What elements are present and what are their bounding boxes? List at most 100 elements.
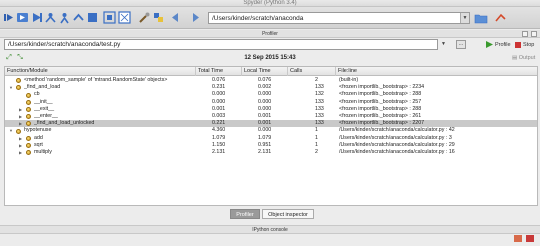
- profiler-pane-header: Profiler: [0, 30, 540, 38]
- maximize-pane-icon[interactable]: [118, 11, 131, 24]
- collapse-arrow-icon[interactable]: ▼: [9, 127, 13, 134]
- console-close-icon[interactable]: [526, 235, 534, 242]
- function-icon: [26, 135, 31, 141]
- tab-profiler[interactable]: Profiler: [230, 209, 260, 219]
- table-row[interactable]: ▶ _find_and_load_unlocked 0.221 0.001 133 <fr…: [5, 120, 537, 128]
- browse-folder-icon[interactable]: [474, 12, 488, 24]
- close-pane-icon[interactable]: [531, 31, 537, 37]
- console-pane-title: IPython console: [252, 227, 288, 233]
- row-local-time: 0.951: [258, 141, 272, 148]
- browse-file-button[interactable]: ...: [456, 40, 466, 49]
- profiler-pane-title: Profiler: [262, 31, 278, 37]
- expand-arrow-icon[interactable]: ▶: [19, 106, 22, 113]
- row-file-line: <frozen importlib._bootstrap> : 2234: [339, 84, 425, 91]
- table-row[interactable]: ▼ _find_and_load 0.231 0.002 133 <frozen impo…: [5, 84, 537, 91]
- profiler-run-row: /Users/kinder/scratch/anaconda/test.py ▼…: [0, 38, 540, 51]
- function-icon: [16, 128, 21, 134]
- row-local-time: 0.000: [258, 127, 272, 134]
- table-row[interactable]: ▼ hypotenuse 4.360 0.000 1/Users/kinder/scra…: [5, 127, 537, 134]
- tab-object-inspector[interactable]: Object inspector: [262, 209, 314, 219]
- undock-icon[interactable]: [522, 31, 528, 37]
- expand-arrow-icon[interactable]: ▶: [19, 149, 22, 156]
- tools-icon[interactable]: [138, 11, 151, 24]
- row-local-time: 0.076: [258, 77, 272, 83]
- back-arrow-icon[interactable]: [170, 11, 183, 24]
- row-file-line: /Users/kinder/scratch/anaconda/calculato…: [339, 149, 455, 155]
- working-directory-dropdown[interactable]: ▼: [460, 13, 469, 23]
- console-pane-header: IPython console: [0, 225, 540, 234]
- run-cell-icon[interactable]: [16, 11, 29, 24]
- forward-arrow-icon[interactable]: [188, 11, 201, 24]
- row-local-time: 1.079: [258, 134, 272, 141]
- column-header-total-time[interactable]: Total Time: [196, 67, 242, 76]
- step-icon[interactable]: [2, 11, 15, 24]
- row-local-time: 0.000: [258, 98, 272, 105]
- console-options-icon[interactable]: [514, 235, 522, 242]
- stop-icon[interactable]: [103, 11, 116, 24]
- row-file-line: /Users/kinder/scratch/anaconda/calculato…: [339, 134, 452, 141]
- row-calls: 1: [315, 127, 318, 134]
- table-row[interactable]: __init__ 0.000 0.000 133 <frozen importlib._…: [5, 99, 537, 106]
- function-icon: [26, 106, 31, 112]
- step-return-icon[interactable]: [72, 11, 85, 24]
- table-row[interactable]: <method 'random_sample' of 'mtrand.Rando…: [5, 77, 537, 84]
- row-file-line: <frozen importlib._bootstrap> : 2207: [339, 120, 425, 127]
- profile-file-dropdown[interactable]: ▼: [440, 40, 447, 49]
- expand-arrow-icon[interactable]: ▶: [19, 142, 22, 149]
- row-calls: 133: [315, 105, 324, 112]
- row-calls: 133: [315, 98, 324, 105]
- column-header-local-time[interactable]: Local Time: [242, 67, 288, 76]
- table-row[interactable]: ▶ multiply 2.131 2.131 2/Users/kinder/scratc…: [5, 149, 537, 156]
- profile-file-input[interactable]: /Users/kinder/scratch/anaconda/test.py: [4, 39, 438, 50]
- row-function-name: __enter__: [34, 113, 58, 119]
- row-calls: 1: [315, 134, 318, 141]
- python-path-icon[interactable]: [152, 11, 165, 24]
- table-row[interactable]: ▶ sqrt 1.150 0.951 1/Users/kinder/scratch/an…: [5, 142, 537, 149]
- output-icon: ▤: [512, 55, 519, 61]
- row-function-name: sqrt: [34, 141, 43, 148]
- collapse-arrow-icon[interactable]: ▼: [9, 84, 13, 91]
- table-row[interactable]: ▶ __exit__ 0.001 0.000 133 <frozen importlib.…: [5, 106, 537, 113]
- function-icon: [26, 92, 31, 98]
- continue-icon[interactable]: [86, 11, 99, 24]
- row-file-line: <frozen importlib._bootstrap> : 288: [339, 105, 422, 112]
- table-header: Function/Module Total Time Local Time Ca…: [5, 67, 537, 76]
- column-header-file-line[interactable]: File:line: [336, 67, 539, 76]
- pane-tabs: Profiler Object inspector: [0, 206, 540, 220]
- row-file-line: /Users/kinder/scratch/anaconda/calculato…: [339, 141, 455, 148]
- table-row[interactable]: ▶ add 1.079 1.079 1/Users/kinder/scratch/ana…: [5, 135, 537, 142]
- function-icon: [16, 85, 21, 91]
- function-icon: [26, 114, 31, 120]
- working-directory-field[interactable]: /Users/kinder/scratch/anaconda: [208, 12, 470, 24]
- profile-button[interactable]: Profile: [486, 39, 511, 50]
- row-total-time: 0.003: [212, 113, 226, 119]
- table-row[interactable]: ▶ __enter__ 0.003 0.001 133 <frozen importlib…: [5, 113, 537, 120]
- profile-file-value: /Users/kinder/scratch/anaconda/test.py: [8, 41, 121, 48]
- row-function-name: hypotenuse: [24, 127, 52, 134]
- row-file-line: (built-in): [339, 77, 359, 83]
- parent-dir-icon[interactable]: [494, 11, 507, 24]
- expand-arrow-icon[interactable]: ▶: [19, 113, 22, 120]
- row-calls: 133: [315, 120, 324, 127]
- profile-button-label: Profile: [495, 41, 511, 48]
- output-button[interactable]: ▤ Output: [512, 52, 535, 64]
- column-header-calls[interactable]: Calls: [288, 67, 336, 76]
- table-row[interactable]: cb 0.000 0.000 132 <frozen importlib._bootst…: [5, 91, 537, 98]
- function-icon: [26, 121, 31, 127]
- expand-arrow-icon[interactable]: ▶: [19, 120, 22, 127]
- stop-square-icon: [515, 41, 521, 48]
- stop-button[interactable]: Stop: [515, 39, 534, 50]
- profiler-date-row: ⤢ ⤡ 12 Sep 2015 15:43 ▤ Output: [0, 52, 540, 64]
- row-function-name: cb: [34, 91, 40, 98]
- debug-icon[interactable]: [44, 11, 57, 24]
- step-into-icon[interactable]: [58, 11, 71, 24]
- row-total-time: 1.150: [212, 141, 226, 148]
- row-local-time: 0.000: [258, 105, 272, 112]
- expand-arrow-icon[interactable]: ▶: [19, 135, 22, 142]
- row-local-time: 0.000: [258, 91, 272, 98]
- run-icon[interactable]: [30, 11, 43, 24]
- row-calls: 1: [315, 141, 318, 148]
- function-icon: [16, 78, 21, 84]
- play-icon: [486, 41, 493, 48]
- column-header-function[interactable]: Function/Module: [5, 67, 196, 76]
